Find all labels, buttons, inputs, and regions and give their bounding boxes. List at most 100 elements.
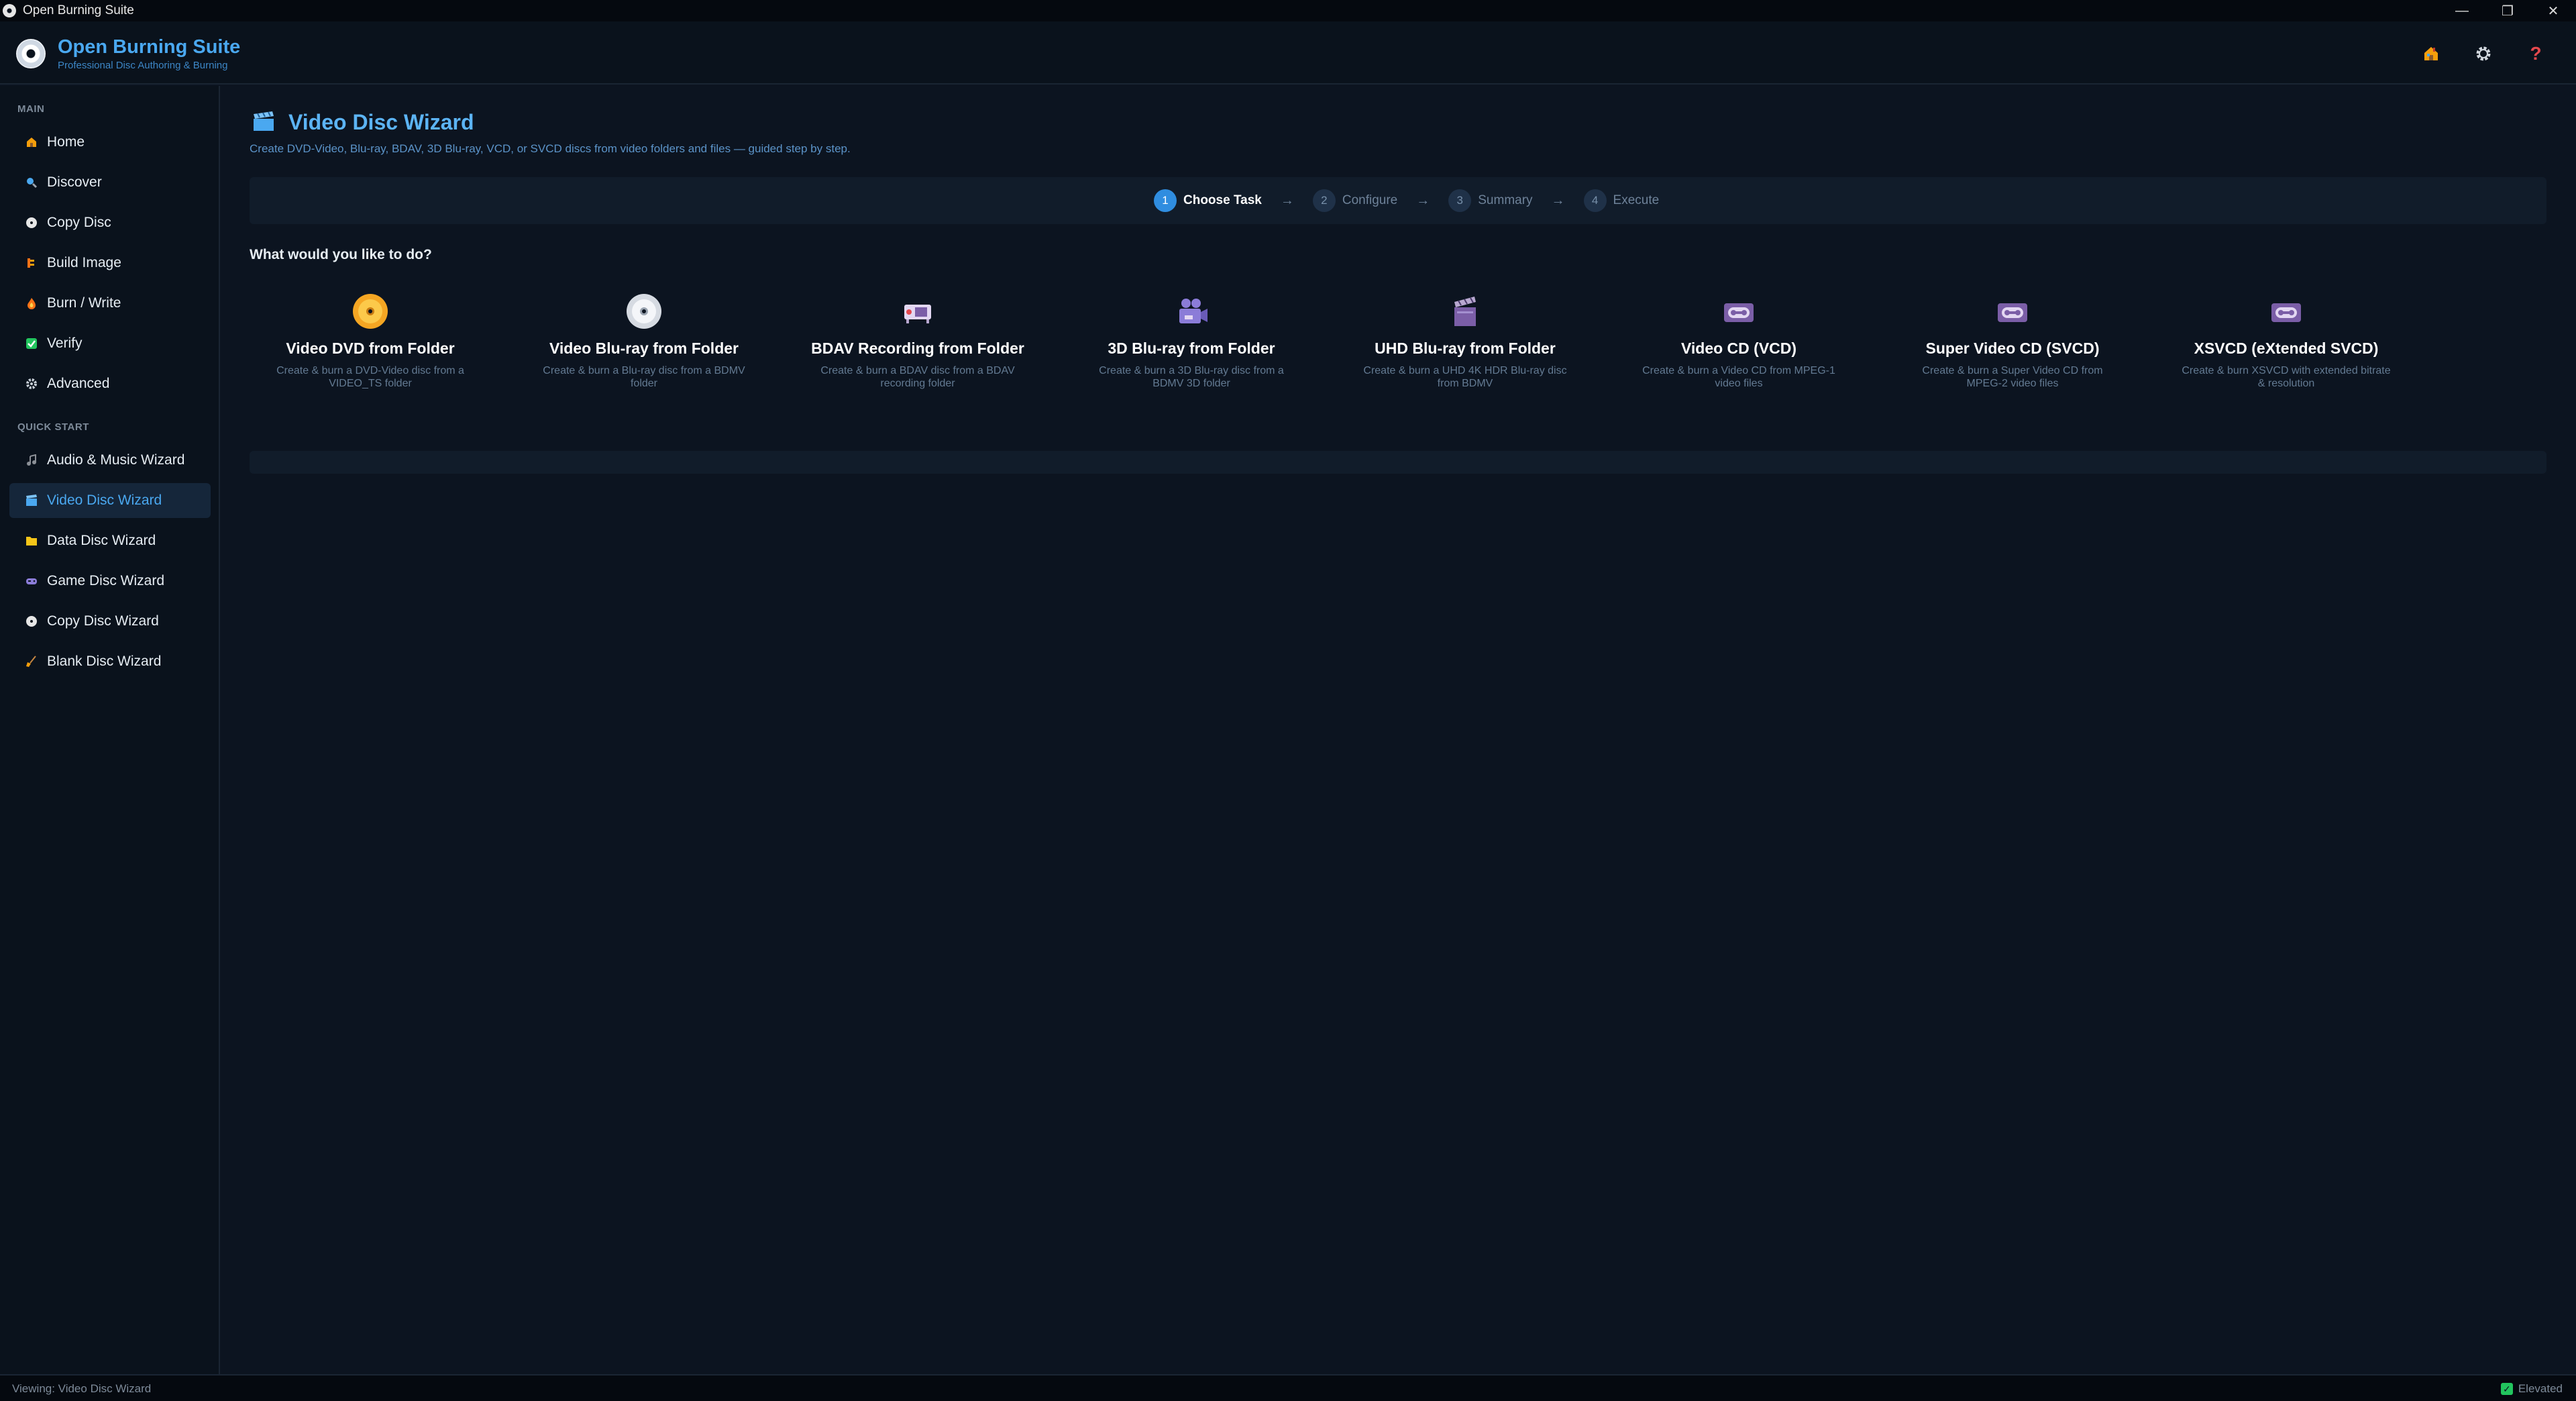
arrow-right-icon: → — [1280, 193, 1294, 208]
task-card-title: Video Blu-ray from Folder — [549, 340, 739, 357]
sidebar-item-label: Verify — [47, 335, 83, 351]
disc-icon — [24, 215, 39, 230]
build-icon — [24, 256, 39, 270]
window-title: Open Burning Suite — [23, 3, 134, 17]
wizard-nav-bar — [250, 451, 2546, 474]
sidebar-item-burn-write[interactable]: Burn / Write — [9, 286, 211, 321]
step-label: Configure — [1342, 193, 1398, 207]
sidebar-item-label: Blank Disc Wizard — [47, 654, 162, 669]
page-description: Create DVD-Video, Blu-ray, BDAV, 3D Blu-… — [250, 142, 851, 155]
task-card-description: Create & burn a DVD-Video disc from a VI… — [276, 365, 464, 389]
sidebar-item-label: Data Disc Wizard — [47, 533, 156, 548]
section-label-main: MAIN — [17, 103, 45, 115]
task-card-description: Create & burn a 3D Blu-ray disc from a B… — [1099, 365, 1284, 389]
task-card-description: Create & burn a Super Video CD from MPEG… — [1922, 365, 2103, 389]
title-bar: Open Burning Suite — ❐ ✕ — [0, 0, 2576, 21]
settings-gear-icon[interactable] — [2471, 42, 2496, 66]
check-icon: ✓ — [2500, 1383, 2513, 1395]
movie-camera-icon — [1171, 291, 1212, 331]
task-card-title: Video DVD from Folder — [286, 340, 455, 357]
sidebar-item-video-disc-wizard[interactable]: Video Disc Wizard — [9, 483, 211, 518]
window-controls: — ❐ ✕ — [2439, 0, 2576, 21]
videocassette-icon — [1719, 291, 1759, 331]
clapperboard-icon — [24, 493, 39, 508]
sidebar-item-label: Build Image — [47, 255, 121, 270]
home-icon[interactable] — [2419, 42, 2443, 66]
clapperboard-icon — [252, 111, 275, 132]
brand: Open Burning Suite Professional Disc Aut… — [58, 36, 240, 71]
bluray-disc-icon — [624, 291, 664, 331]
sidebar-item-label: Home — [47, 134, 85, 150]
sidebar-item-label: Copy Disc — [47, 215, 111, 230]
step-label: Execute — [1613, 193, 1660, 207]
elevated-label: Elevated — [2518, 1382, 2563, 1395]
page-title: Video Disc Wizard — [288, 110, 474, 134]
task-card-title: Super Video CD (SVCD) — [1925, 340, 2100, 357]
step-label: Choose Task — [1183, 193, 1262, 207]
main-content: Video Disc Wizard Create DVD-Video, Blu-… — [221, 86, 2576, 1374]
gear-icon — [24, 376, 39, 391]
sidebar-item-build-image[interactable]: Build Image — [9, 246, 211, 280]
projector-icon — [898, 291, 938, 331]
dvd-icon — [350, 291, 390, 331]
arrow-right-icon: → — [1551, 193, 1565, 208]
sidebar-item-label: Burn / Write — [47, 295, 121, 311]
sidebar-item-blank-disc-wizard[interactable]: Blank Disc Wizard — [9, 644, 211, 679]
step-number: 4 — [1583, 189, 1607, 212]
gamepad-icon — [24, 574, 39, 588]
section-label-quick-start: QUICK START — [17, 421, 89, 433]
arrow-right-icon: → — [1416, 193, 1430, 208]
sidebar-item-discover[interactable]: Discover — [9, 165, 211, 200]
app-header: Open Burning Suite Professional Disc Aut… — [0, 21, 2576, 85]
music-note-icon — [24, 453, 39, 468]
task-card-description: Create & burn XSVCD with extended bitrat… — [2182, 365, 2391, 389]
broom-icon — [24, 654, 39, 669]
check-icon — [24, 336, 39, 351]
step-number: 1 — [1154, 189, 1177, 212]
task-card-title: BDAV Recording from Folder — [811, 340, 1024, 357]
sidebar-item-label: Video Disc Wizard — [47, 492, 162, 508]
sidebar-item-label: Audio & Music Wizard — [47, 452, 185, 468]
step-label: Summary — [1478, 193, 1533, 207]
close-button[interactable]: ✕ — [2530, 0, 2576, 21]
sidebar-item-label: Copy Disc Wizard — [47, 613, 159, 629]
step-summary: 3 Summary — [1448, 189, 1533, 212]
minimize-button[interactable]: — — [2439, 0, 2485, 21]
task-card-title: 3D Blu-ray from Folder — [1108, 340, 1275, 357]
task-card-description: Create & burn a Video CD from MPEG-1 vid… — [1642, 365, 1835, 389]
app-name: Open Burning Suite — [58, 36, 241, 58]
task-card-description: Create & burn a BDAV disc from a BDAV re… — [820, 365, 1015, 389]
videocassette-icon — [1992, 291, 2033, 331]
app-disc-icon — [3, 4, 16, 17]
task-card-title: XSVCD (eXtended SVCD) — [2194, 340, 2379, 357]
disc-icon — [24, 614, 39, 629]
task-card-description: Create & burn a Blu-ray disc from a BDMV… — [543, 365, 745, 389]
sidebar-item-data-disc-wizard[interactable]: Data Disc Wizard — [9, 523, 211, 558]
sidebar-item-audio-music-wizard[interactable]: Audio & Music Wizard — [9, 443, 211, 478]
sidebar-item-advanced[interactable]: Advanced — [9, 366, 211, 401]
sidebar: MAIN Home Discover Copy Disc Build Image… — [0, 86, 220, 1374]
task-card-description: Create & burn a UHD 4K HDR Blu-ray disc … — [1363, 365, 1567, 389]
task-prompt: What would you like to do? — [250, 247, 432, 262]
help-icon[interactable]: ? — [2524, 42, 2548, 66]
sidebar-item-copy-disc-wizard[interactable]: Copy Disc Wizard — [9, 604, 211, 639]
clapperboard-icon — [1445, 291, 1485, 331]
elevated-status: ✓ Elevated — [2500, 1382, 2563, 1396]
sidebar-item-label: Advanced — [47, 376, 110, 391]
sidebar-item-label: Game Disc Wizard — [47, 573, 165, 588]
task-card-title: Video CD (VCD) — [1680, 340, 1797, 357]
videocassette-icon — [2266, 291, 2306, 331]
task-card-title: UHD Blu-ray from Folder — [1375, 340, 1556, 357]
sidebar-item-label: Discover — [47, 174, 102, 190]
sidebar-item-home[interactable]: Home — [9, 125, 211, 160]
step-configure: 2 Configure — [1312, 189, 1398, 212]
step-execute: 4 Execute — [1583, 189, 1660, 212]
flame-icon — [24, 296, 39, 311]
home-icon — [24, 135, 39, 150]
restore-button[interactable]: ❐ — [2485, 0, 2530, 21]
sidebar-item-game-disc-wizard[interactable]: Game Disc Wizard — [9, 564, 211, 599]
search-icon — [24, 175, 39, 190]
sidebar-item-copy-disc[interactable]: Copy Disc — [9, 205, 211, 240]
wizard-stepper: 1 Choose Task → 2 Configure → 3 Summary … — [250, 177, 2546, 224]
sidebar-item-verify[interactable]: Verify — [9, 326, 211, 361]
